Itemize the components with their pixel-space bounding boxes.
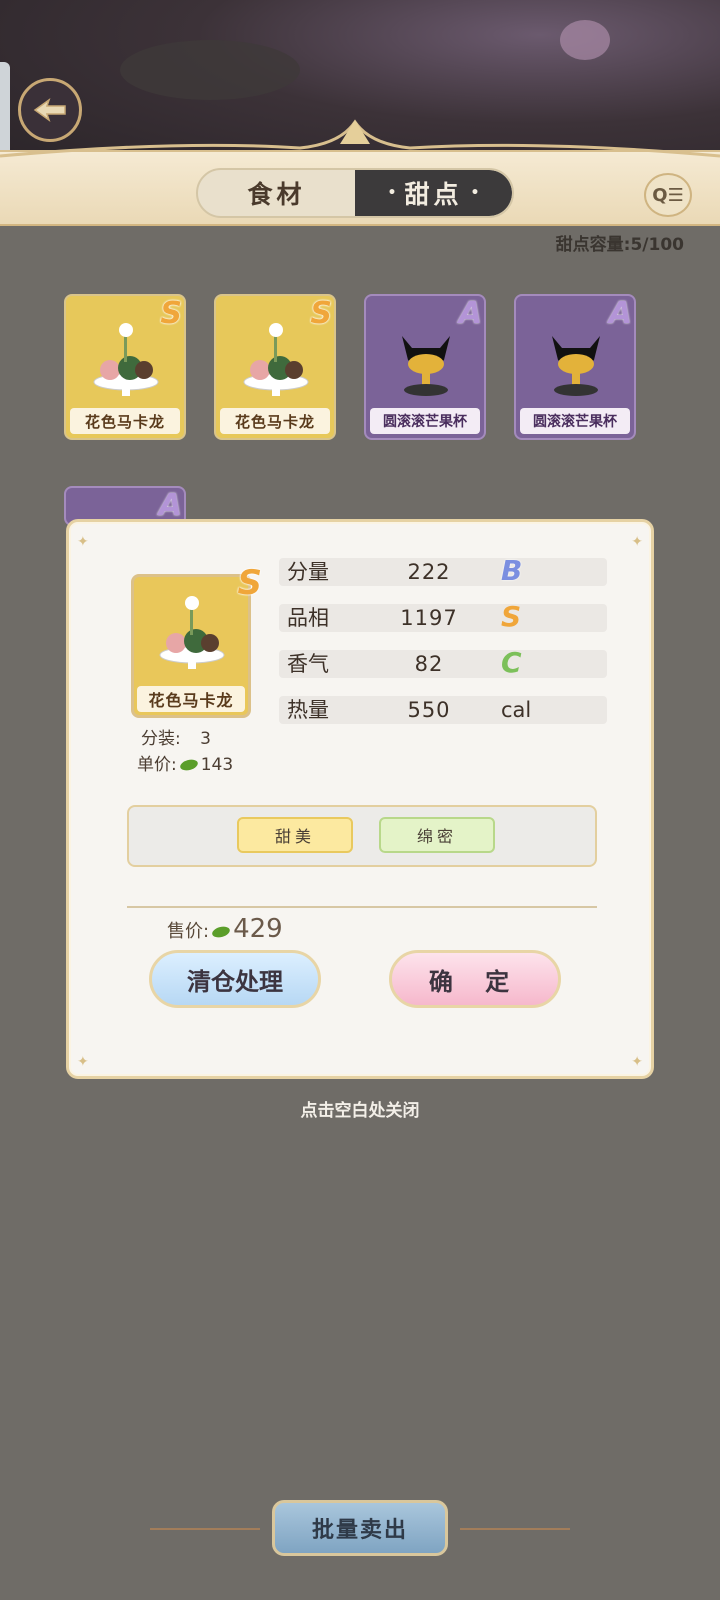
sell-price-label: 售价: (167, 921, 210, 942)
mango-cup-icon (552, 336, 600, 396)
scene-tree (120, 40, 300, 100)
confirm-button[interactable]: 确 定 (389, 950, 561, 1008)
grade-badge: C (501, 646, 522, 679)
decor-line (460, 1528, 570, 1530)
macaron-plate-icon (159, 596, 225, 669)
capacity-indicator: 甜点容量:5/100 (556, 230, 684, 255)
stat-label: 热量 (287, 698, 329, 722)
dessert-name: 圆滚滚芒果杯 (520, 408, 630, 434)
grade-badge: A (608, 296, 632, 331)
dot-icon: • (387, 185, 397, 201)
dessert-card[interactable]: A 圆滚滚芒果杯 (364, 294, 486, 440)
capacity-label: 甜点容量: (555, 235, 631, 255)
dot-icon: • (470, 185, 480, 201)
sell-price: 售价: 429 (167, 914, 283, 944)
dessert-name: 圆滚滚芒果杯 (370, 408, 480, 434)
filter-menu-button[interactable]: Q☰ (644, 173, 692, 217)
sparkle-icon: ✦ (631, 1054, 643, 1070)
tag-smooth: 绵密 (379, 817, 495, 853)
macaron-plate-icon (243, 323, 309, 396)
sparkle-icon: ✦ (77, 534, 89, 550)
sell-price-value: 429 (233, 914, 283, 944)
header-ornament (0, 119, 720, 158)
stat-label: 香气 (287, 652, 329, 676)
filter-list-icon: Q☰ (652, 184, 684, 206)
dessert-name: 花色马卡龙 (220, 408, 330, 434)
stat-value: 222 (407, 560, 451, 584)
capacity-value: 5/100 (630, 235, 684, 255)
stat-row-aroma: 香气 82 C (279, 646, 607, 679)
tab-food[interactable]: 食材 (198, 170, 355, 216)
decor-line (150, 1528, 260, 1530)
unit-price-label: 单价: (137, 755, 177, 775)
unit-price-value: 143 (200, 755, 234, 775)
leaf-currency-icon (211, 924, 232, 940)
detail-item-card: S 花色马卡龙 (131, 563, 262, 718)
stat-value: 82 (414, 652, 444, 676)
grade-badge: S (501, 600, 522, 633)
tag-sweet: 甜美 (237, 817, 353, 853)
stat-value: 550 (407, 698, 451, 722)
mango-cup-icon (402, 336, 450, 396)
clearance-button-label: 清仓处理 (187, 967, 283, 996)
close-hint: 点击空白处关闭 (300, 1101, 420, 1121)
flavor-tags: 甜美 绵密 (127, 805, 597, 867)
clearance-button[interactable]: 清仓处理 (149, 950, 321, 1008)
detail-item-name: 花色马卡龙 (137, 686, 245, 712)
macaron-plate-icon (93, 323, 159, 396)
sparkle-icon: ✦ (77, 1054, 89, 1070)
stat-label: 分量 (287, 560, 329, 584)
divider (127, 906, 597, 908)
batch-sell-label: 批量卖出 (311, 1518, 408, 1543)
confirm-button-label: 确 定 (428, 967, 522, 996)
dessert-detail-dialog: ✦ ✦ ✦ ✦ S 花色马卡龙 分装: 3 单价: 143 分量 222 B 品相… (66, 519, 654, 1079)
tab-food-label: 食材 (247, 180, 306, 209)
dessert-card[interactable]: A 圆滚滚芒果杯 (514, 294, 636, 440)
dessert-name: 花色马卡龙 (70, 408, 180, 434)
grade-badge: A (158, 488, 182, 523)
stat-row-calories: 热量 550 cal (279, 696, 607, 724)
pack-value: 3 (200, 729, 211, 749)
category-tabs: 食材 • 甜点 • (196, 168, 514, 218)
scene-flower (560, 20, 610, 60)
dessert-card[interactable]: S 花色马卡龙 (64, 294, 186, 440)
tab-dessert-label: 甜点 (404, 180, 463, 209)
pack-label: 分装: (141, 729, 181, 749)
sparkle-icon: ✦ (631, 534, 643, 550)
stat-row-appearance: 品相 1197 S (279, 600, 607, 633)
grade-badge: B (501, 554, 523, 587)
tab-dessert[interactable]: • 甜点 • (355, 170, 512, 216)
stat-value: 1197 (400, 606, 458, 630)
grade-badge: A (458, 296, 482, 331)
stat-label: 品相 (287, 606, 329, 630)
grade-badge: S (237, 563, 263, 603)
unit-price: 单价: 143 (137, 750, 233, 775)
pack-info: 分装: 3 (141, 724, 211, 749)
leaf-currency-icon (178, 757, 199, 773)
grade-badge: S (160, 296, 182, 331)
stat-unit: cal (501, 698, 532, 722)
grade-badge: S (310, 296, 332, 331)
stat-row-portion: 分量 222 B (279, 554, 607, 587)
dessert-card[interactable]: S 花色马卡龙 (214, 294, 336, 440)
batch-sell-button[interactable]: 批量卖出 (272, 1500, 448, 1556)
